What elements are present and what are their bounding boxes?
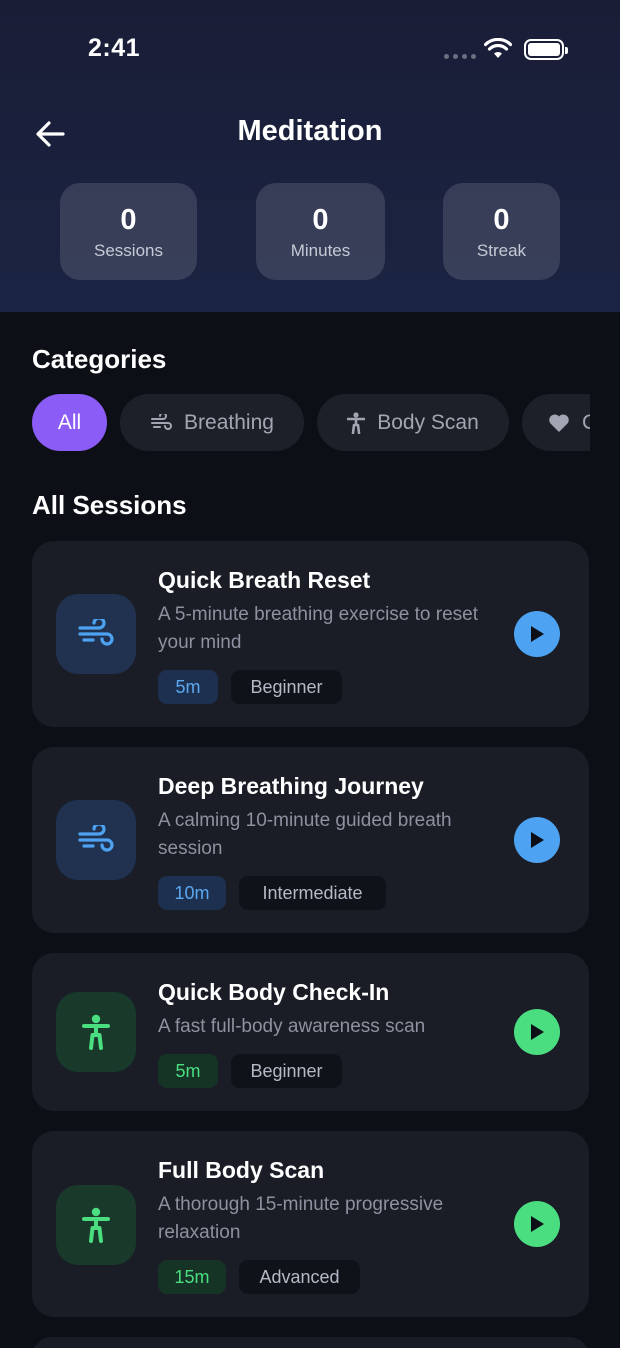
- session-icon-box: [56, 992, 136, 1072]
- wind-icon: [151, 413, 173, 430]
- wind-icon: [78, 825, 114, 852]
- stat-sessions-value: 0: [120, 204, 137, 236]
- session-title: Full Body Scan: [158, 1157, 325, 1183]
- stat-streak-value: 0: [493, 204, 510, 236]
- duration-badge: 5m: [158, 670, 218, 704]
- level-badge: Beginner: [231, 1054, 342, 1088]
- session-description: A calming 10-minute guided breath sessio…: [158, 810, 452, 859]
- play-button[interactable]: [514, 1009, 560, 1055]
- chip-partial[interactable]: C: [522, 394, 590, 451]
- chip-partial-label: C: [582, 410, 590, 434]
- session-card[interactable]: Quick Body Check-In A fast full-body awa…: [32, 953, 589, 1111]
- play-icon: [531, 626, 544, 642]
- session-title: Quick Breath Reset: [158, 567, 371, 593]
- play-icon: [531, 832, 544, 848]
- status-bar: 2:41: [0, 0, 620, 100]
- chip-body-scan[interactable]: Body Scan: [317, 394, 509, 451]
- chip-breathing[interactable]: Breathing: [120, 394, 304, 451]
- play-icon: [531, 1024, 544, 1040]
- level-badge: Advanced: [239, 1260, 360, 1294]
- chip-body-scan-label: Body Scan: [377, 410, 479, 434]
- page-title: Meditation: [237, 115, 383, 147]
- chip-all-label: All: [57, 410, 82, 434]
- session-title: Quick Body Check-In: [158, 979, 390, 1005]
- header: 2:41 Meditation 0 Sessions 0 Minutes 0 S…: [0, 0, 620, 312]
- stat-sessions: 0 Sessions: [60, 183, 197, 280]
- status-time: 2:41: [88, 34, 141, 62]
- battery-icon: [524, 39, 568, 60]
- heart-icon: [549, 413, 569, 432]
- session-icon-box: [56, 800, 136, 880]
- stat-streak-label: Streak: [476, 241, 527, 260]
- session-description: A thorough 15-minute progressive relaxat…: [158, 1194, 444, 1243]
- session-description: A fast full-body awareness scan: [158, 1016, 426, 1037]
- person-icon: [347, 411, 366, 434]
- session-icon-box: [56, 1185, 136, 1265]
- categories-heading: Categories: [32, 344, 167, 374]
- session-description: A 5-minute breathing exercise to reset y…: [158, 604, 479, 653]
- person-icon: [82, 1207, 110, 1243]
- sessions-heading: All Sessions: [32, 490, 187, 520]
- play-button[interactable]: [514, 817, 560, 863]
- session-icon-box: [56, 594, 136, 674]
- level-badge: Beginner: [231, 670, 342, 704]
- duration-badge: 15m: [158, 1260, 226, 1294]
- cellular-signal-icon: [444, 54, 476, 59]
- duration-badge: 5m: [158, 1054, 218, 1088]
- play-icon: [531, 1216, 544, 1232]
- chip-breathing-label: Breathing: [184, 410, 274, 434]
- stat-minutes: 0 Minutes: [256, 183, 385, 280]
- category-chips: All Breathing Body Scan C: [32, 394, 590, 452]
- chip-all[interactable]: All: [32, 394, 107, 451]
- session-title: Deep Breathing Journey: [158, 773, 424, 799]
- stat-minutes-label: Minutes: [290, 241, 351, 260]
- wind-icon: [78, 619, 114, 646]
- stat-sessions-label: Sessions: [94, 241, 163, 260]
- stat-streak: 0 Streak: [443, 183, 560, 280]
- level-badge: Intermediate: [239, 876, 386, 910]
- session-card[interactable]: Quick Breath Reset A 5-minute breathing …: [32, 541, 589, 727]
- session-card[interactable]: Full Body Scan A thorough 15-minute prog…: [32, 1131, 589, 1317]
- play-button[interactable]: [514, 611, 560, 657]
- session-card-partial[interactable]: [32, 1337, 589, 1348]
- duration-badge: 10m: [158, 876, 226, 910]
- wifi-icon: [484, 38, 512, 58]
- stat-minutes-value: 0: [312, 204, 329, 236]
- session-card[interactable]: Deep Breathing Journey A calming 10-minu…: [32, 747, 589, 933]
- play-button[interactable]: [514, 1201, 560, 1247]
- person-icon: [82, 1014, 110, 1050]
